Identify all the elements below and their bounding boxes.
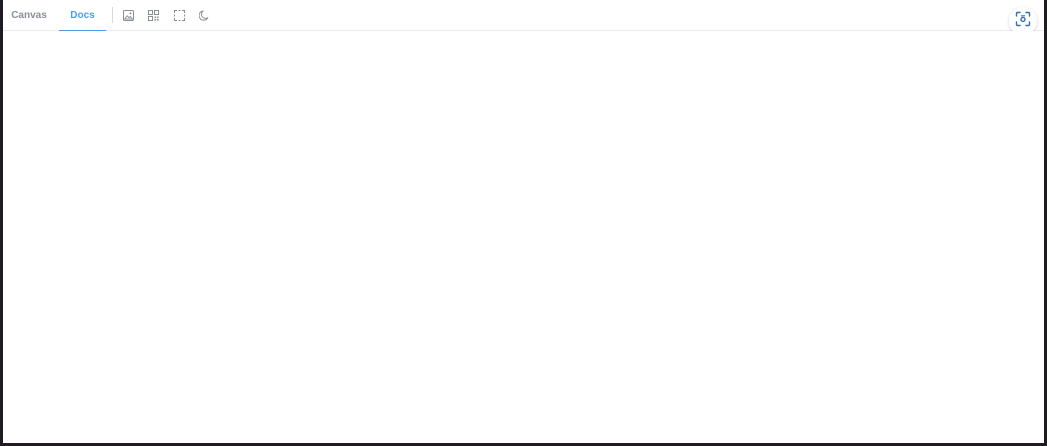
screenshot-capture-icon <box>1015 11 1031 32</box>
tab-canvas[interactable]: Canvas <box>3 0 55 31</box>
dark-mode-toggle[interactable] <box>196 0 214 31</box>
image-icon <box>122 10 134 21</box>
toolbar-divider <box>112 7 113 23</box>
qr-code-icon <box>148 10 159 21</box>
docs-content-area <box>3 31 1044 443</box>
tab-docs[interactable]: Docs <box>59 0 106 32</box>
dark-mode-moon-icon <box>199 10 210 21</box>
select-frame-button[interactable] <box>170 0 188 31</box>
select-frame-icon <box>173 10 185 21</box>
top-toolbar: Canvas Docs <box>3 0 1044 32</box>
image-button[interactable] <box>119 0 137 31</box>
qr-code-button[interactable] <box>145 0 163 31</box>
app-window: Canvas Docs <box>3 0 1044 443</box>
